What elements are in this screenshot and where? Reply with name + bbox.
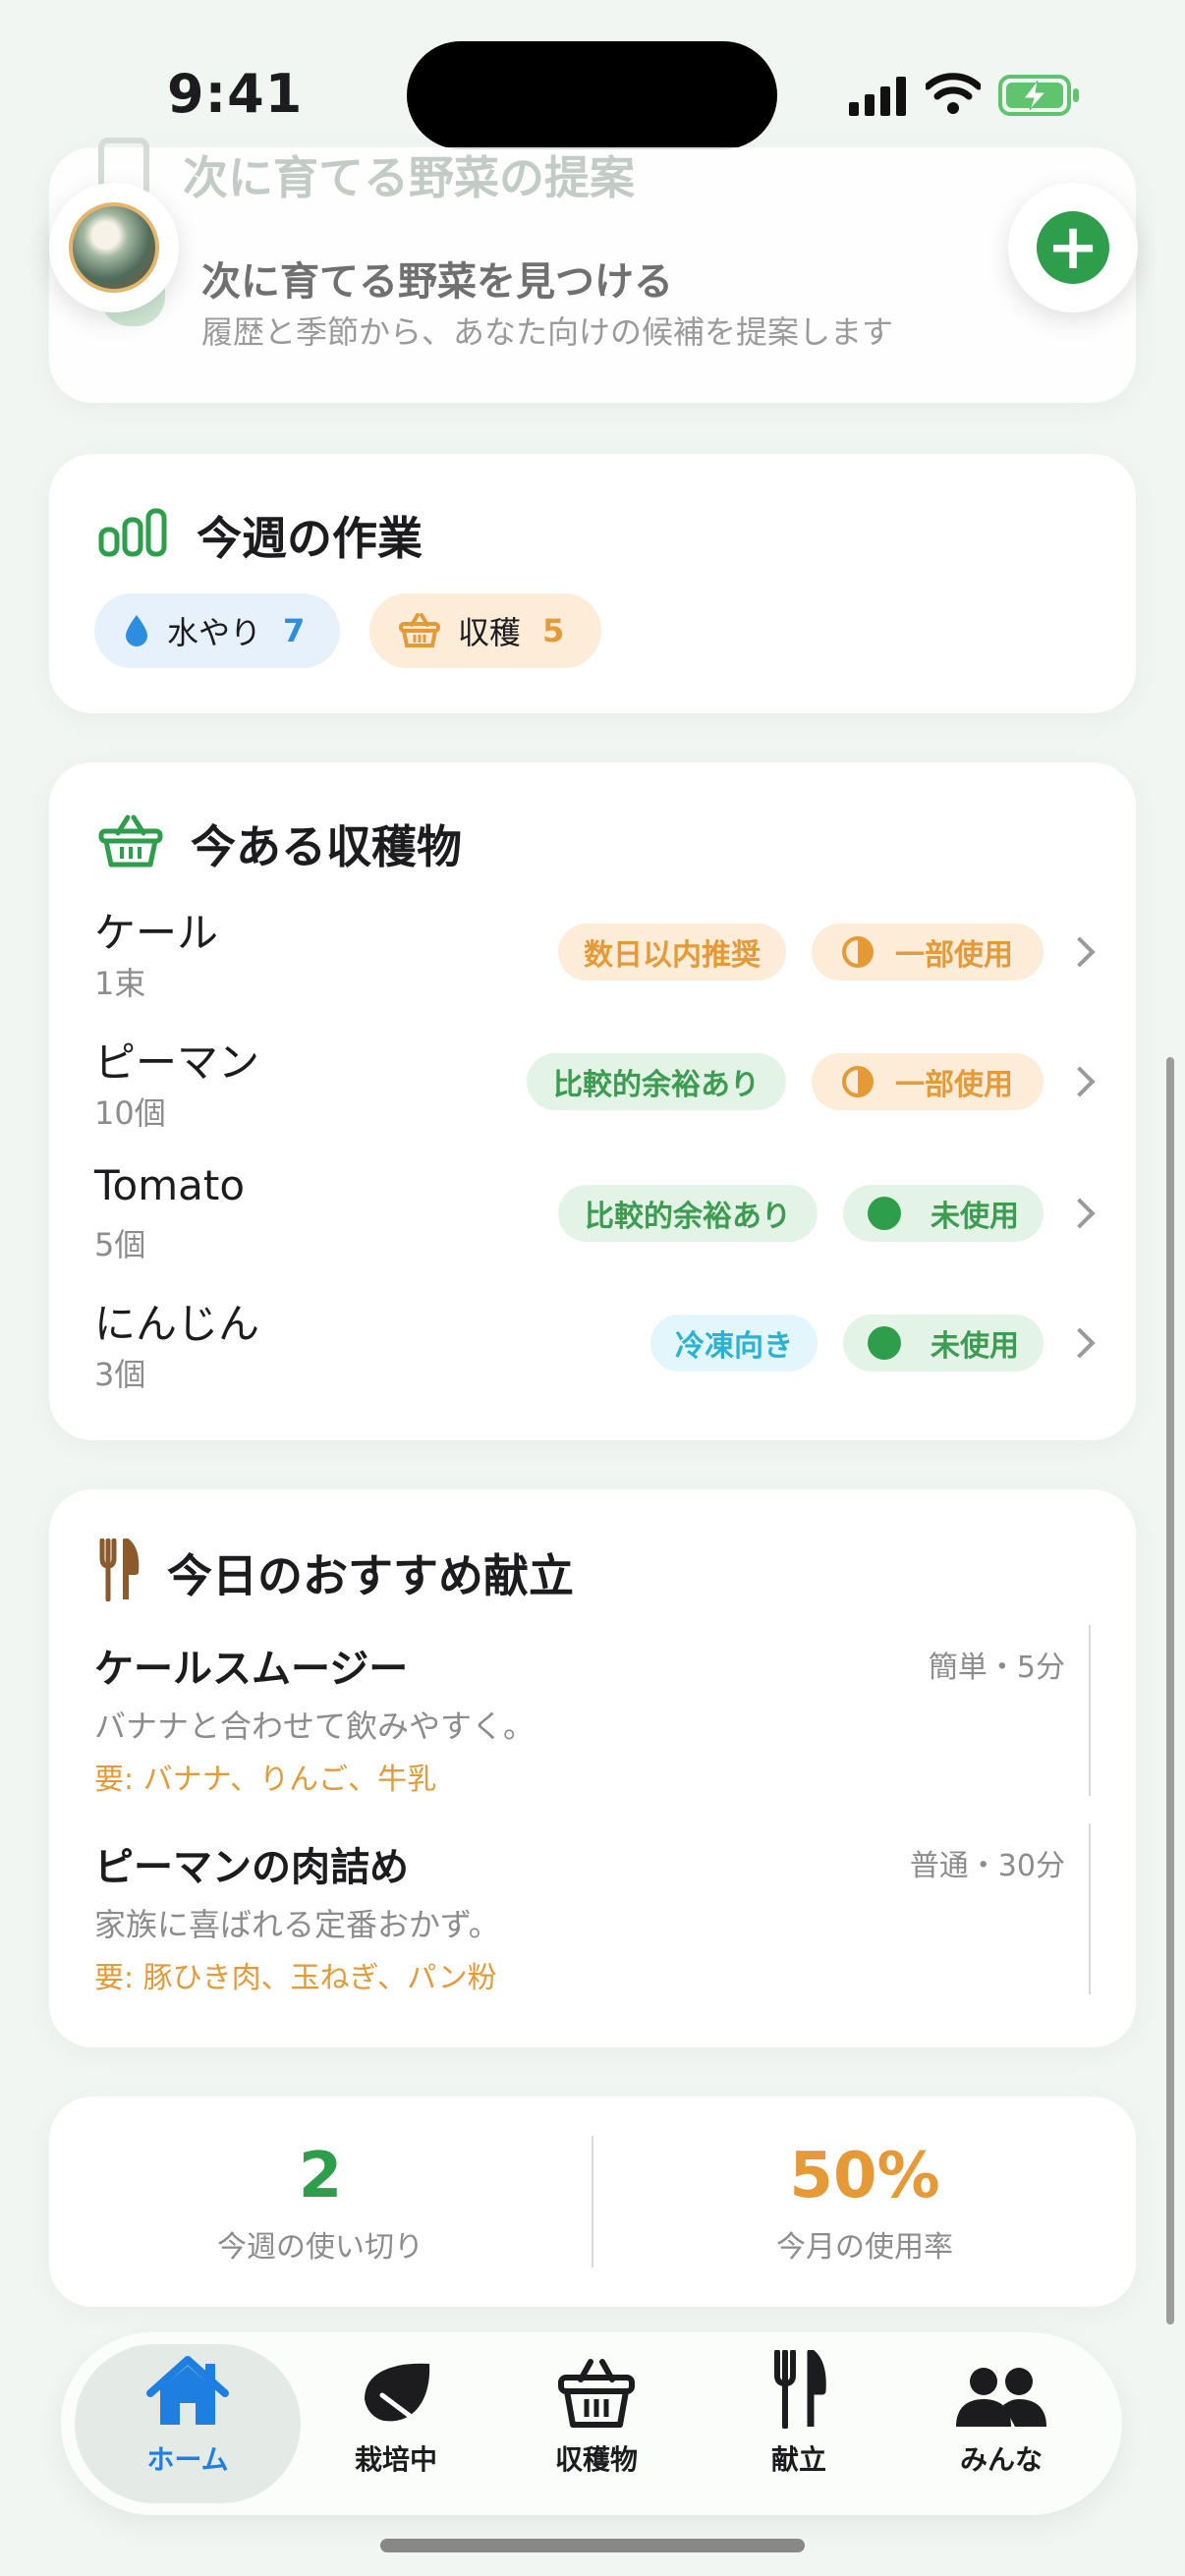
stat-label: 今月の使用率	[776, 2230, 953, 2265]
chevron-right-icon	[1064, 1198, 1096, 1229]
harvest-row[interactable]: Tomato 5個 比較的余裕あり 未使用	[49, 1161, 1136, 1269]
harvest-item-name: ピーマン	[94, 1038, 260, 1087]
usage-badge: 未使用	[843, 1185, 1044, 1242]
recipe-name: ケールスムージー	[94, 1647, 409, 1692]
harvest-item-name: ケール	[94, 909, 219, 957]
recipe-requirements: 要: バナナ、りんご、牛乳	[94, 1763, 437, 1797]
signal-icon	[849, 77, 908, 116]
watering-chip[interactable]: 水やり 7	[94, 593, 340, 668]
harvest-row[interactable]: ケール 1束 数日以内推奨 一部使用	[49, 900, 1136, 1008]
usage-label: 一部使用	[895, 1068, 1013, 1102]
weekly-tasks-card: 今週の作業 水やり 7 収穫 5	[49, 454, 1136, 713]
tab-growing[interactable]: 栽培中	[283, 2344, 509, 2503]
harvest-row[interactable]: ピーマン 10個 比較的余裕あり 一部使用	[49, 1030, 1136, 1138]
basket-icon	[98, 813, 163, 872]
recipe-name: ピーマンの肉詰め	[94, 1845, 409, 1890]
home-icon	[146, 2350, 229, 2429]
water-drop-icon	[124, 613, 149, 648]
harvest-item-qty: 10個	[94, 1094, 166, 1132]
recipe-row[interactable]: ピーマンの肉詰め 普通・30分家族に喜ばれる定番おかず。 要: 豚ひき肉、玉ねぎ、パ…	[49, 1823, 1136, 2012]
tab-label: ホーム	[146, 2443, 229, 2476]
chip-count: 5	[542, 612, 565, 649]
recipes-card: 今日のおすすめ献立 ケールスムージー 簡単・5分バナナと合わせて飲みやすく。 要: …	[49, 1489, 1136, 2047]
half-circle-icon	[842, 936, 874, 968]
weekly-tasks-title: 今週の作業	[197, 512, 423, 565]
fork-knife-icon	[96, 1538, 140, 1605]
basket-icon	[557, 2350, 636, 2429]
usage-badge: 未使用	[843, 1315, 1044, 1372]
stat-label: 今週の使い切り	[217, 2230, 423, 2265]
chip-label: 収穫	[458, 614, 522, 651]
harvest-item-name: Tomato	[94, 1161, 246, 1209]
wifi-icon	[924, 73, 983, 116]
recipe-meta: 簡単・5分	[928, 1651, 1065, 1685]
recipe-requirements: 要: 豚ひき肉、玉ねぎ、パン粉	[94, 1961, 497, 1995]
tab-label: 献立	[770, 2443, 826, 2476]
recipe-divider	[1089, 1625, 1091, 1796]
home-indicator	[380, 2539, 805, 2552]
basket-icon	[399, 613, 440, 648]
harvest-card: 今ある収穫物 ケール 1束 数日以内推奨 一部使用 ピーマン 10個 比較的余裕あり 一部使用…	[49, 762, 1136, 1440]
plus-icon: +	[1037, 211, 1109, 284]
stat-value: 50%	[789, 2140, 940, 2212]
harvest-row[interactable]: にんじん 3個 冷凍向き 未使用	[49, 1291, 1136, 1399]
fork-knife-icon	[771, 2350, 826, 2429]
usage-label: 未使用	[931, 1200, 1019, 1234]
tab-label: 栽培中	[354, 2443, 437, 2476]
stat-value: 2	[298, 2140, 343, 2212]
tab-label: 収穫物	[554, 2443, 638, 2476]
avatar	[69, 202, 159, 293]
suggestion-title[interactable]: 次に育てる野菜を見つける	[201, 250, 673, 307]
dynamic-island	[407, 41, 777, 149]
usage-label: 一部使用	[895, 938, 1013, 973]
stat-weekly-used: 2 今週の使い切り	[124, 2140, 517, 2266]
usage-label: 未使用	[931, 1329, 1019, 1364]
freshness-badge: 冷凍向き	[650, 1315, 818, 1372]
stats-card: 2 今週の使い切り 50% 今月の使用率	[49, 2097, 1136, 2307]
profile-avatar-button[interactable]	[49, 183, 179, 312]
leaf-icon	[359, 2350, 433, 2429]
harvest-item-qty: 3個	[94, 1356, 146, 1393]
add-button[interactable]: +	[1008, 183, 1138, 312]
tab-harvest[interactable]: 収穫物	[483, 2344, 709, 2503]
usage-badge: 一部使用	[812, 1053, 1044, 1110]
harvest-item-qty: 5個	[94, 1226, 146, 1263]
harvest-chip[interactable]: 収穫 5	[369, 593, 601, 668]
circle-icon	[868, 1197, 901, 1230]
harvest-item-name: にんじん	[94, 1300, 260, 1348]
harvest-title: 今ある収穫物	[191, 820, 462, 873]
freshness-badge: 比較的余裕あり	[558, 1185, 818, 1242]
suggestion-section-title: 次に育てる野菜の提案	[183, 151, 635, 204]
recipe-row[interactable]: ケールスムージー 簡単・5分バナナと合わせて飲みやすく。 要: バナナ、りんご、牛乳	[49, 1625, 1136, 1814]
circle-icon	[868, 1326, 901, 1360]
freshness-badge: 比較的余裕あり	[527, 1053, 786, 1110]
stats-divider	[592, 2136, 593, 2268]
recipe-description: バナナと合わせて飲みやすく。	[94, 1708, 536, 1745]
status-time: 9:41	[167, 63, 304, 125]
tab-home[interactable]: ホーム	[75, 2344, 301, 2503]
chevron-right-icon	[1064, 1066, 1096, 1097]
usage-badge: 一部使用	[812, 924, 1044, 980]
chevron-right-icon	[1064, 936, 1096, 968]
people-icon	[954, 2350, 1048, 2429]
suggestion-subtitle: 履歴と季節から、あなた向けの候補を提案します	[201, 313, 894, 351]
tab-label: みんな	[959, 2443, 1043, 2476]
recipes-title: 今日のおすすめ献立	[167, 1549, 574, 1602]
recipe-divider	[1089, 1823, 1091, 1994]
tab-community[interactable]: みんな	[888, 2344, 1114, 2503]
scrollbar[interactable]	[1166, 1057, 1174, 2324]
bar-chart-icon	[98, 508, 167, 561]
tab-bar: ホーム 栽培中 収穫物 献立 みんな	[61, 2332, 1122, 2515]
half-circle-icon	[842, 1066, 874, 1097]
chevron-right-icon	[1064, 1327, 1096, 1359]
recipe-meta: 普通・30分	[909, 1849, 1065, 1883]
stat-monthly-usage: 50% 今月の使用率	[668, 2140, 1061, 2266]
harvest-item-qty: 1束	[94, 965, 146, 1002]
tab-recipes[interactable]: 献立	[686, 2344, 912, 2503]
chip-count: 7	[283, 612, 306, 649]
freshness-badge: 数日以内推奨	[558, 924, 786, 980]
recipe-description: 家族に喜ばれる定番おかず。	[94, 1906, 500, 1943]
battery-charging-icon	[998, 75, 1081, 116]
chip-label: 水やり	[167, 614, 262, 651]
